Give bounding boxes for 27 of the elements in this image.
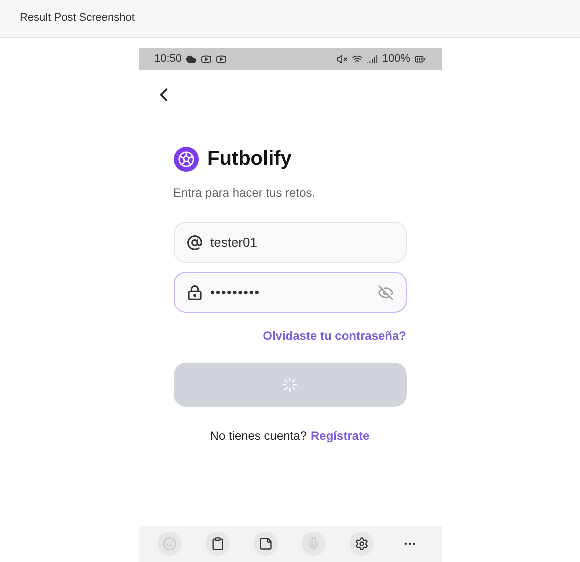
forgot-password-link[interactable]: Olvidaste tu contraseña? <box>263 327 406 345</box>
input-field[interactable]: ••••••••• <box>174 272 406 313</box>
status-time: 10:50 <box>154 52 182 67</box>
battery-level: 100% <box>382 52 410 67</box>
video-icon <box>201 54 212 64</box>
signup-link[interactable]: Regístrate <box>311 427 370 445</box>
settings-icon[interactable] <box>350 532 374 556</box>
at-icon <box>186 234 202 250</box>
input-value: tester01 <box>210 234 258 252</box>
input-field[interactable]: tester01 <box>174 222 406 263</box>
subtitle: Entra para hacer tus retos. <box>174 185 317 202</box>
input-value: ••••••••• <box>210 284 260 302</box>
hide-password-icon[interactable] <box>378 284 394 300</box>
spinner-icon <box>282 377 298 393</box>
video-icon <box>216 54 228 64</box>
wifi-icon <box>352 54 364 64</box>
signal-icon <box>367 54 378 64</box>
mute-icon <box>337 54 348 64</box>
sticker-icon[interactable] <box>254 532 278 556</box>
cloud-icon <box>186 54 198 64</box>
signup-prompt: No tienes cuenta? <box>210 428 308 445</box>
brand-name: Futbolify <box>208 147 292 172</box>
clipboard-icon[interactable] <box>206 532 230 556</box>
ball-logo-icon <box>174 146 198 172</box>
lock-icon <box>186 284 202 300</box>
battery-icon <box>414 54 426 64</box>
window-title: Result Post Screenshot <box>20 11 135 26</box>
